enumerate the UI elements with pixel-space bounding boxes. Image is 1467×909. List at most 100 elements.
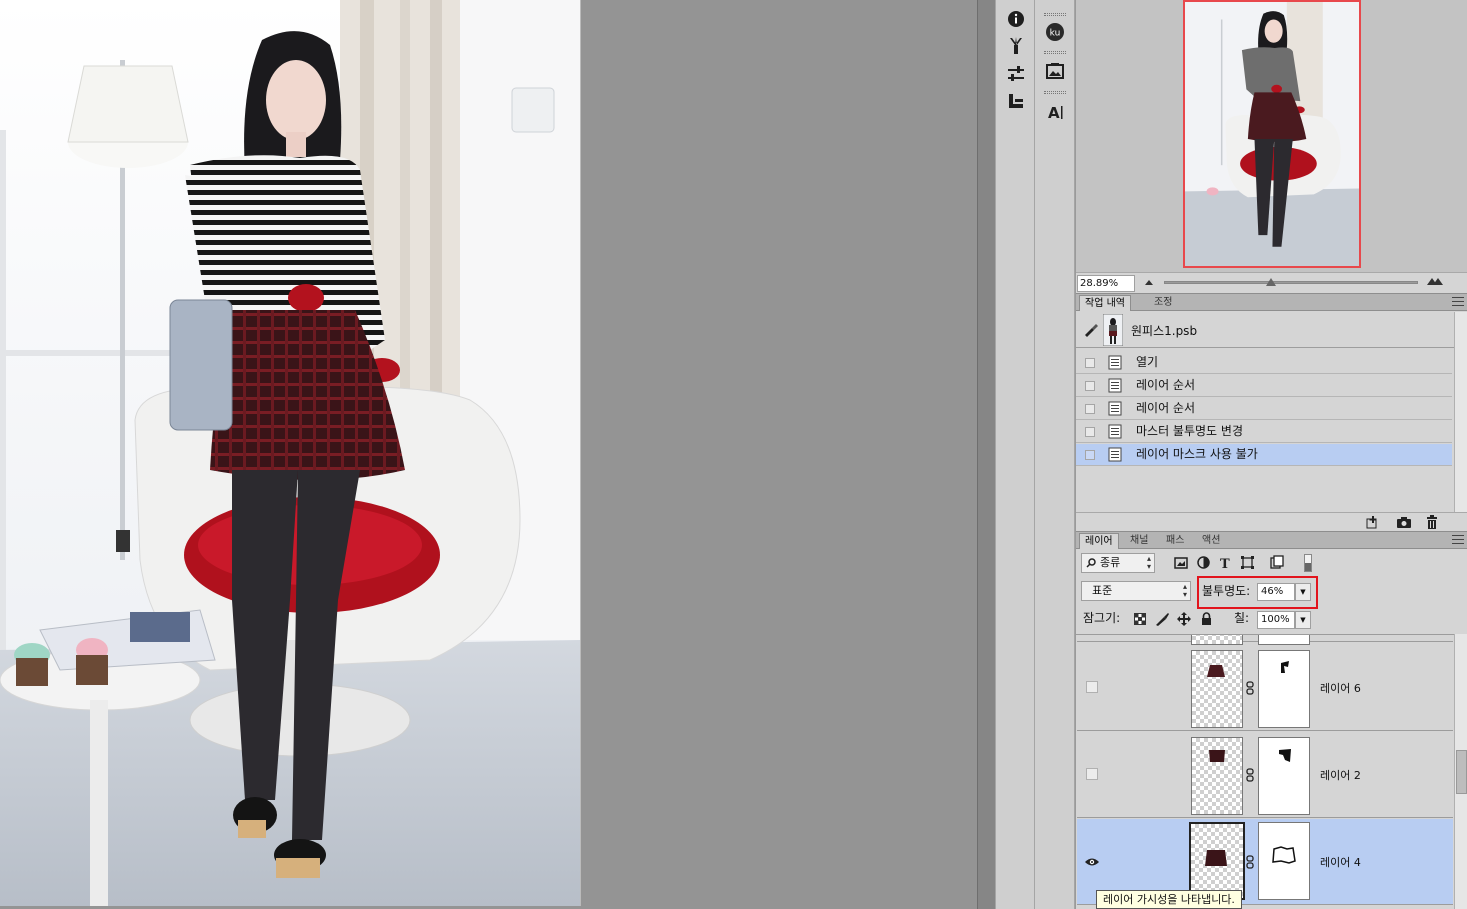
- layer-row[interactable]: 레이어 6: [1077, 645, 1453, 731]
- layer-mask-thumbnail: [1258, 822, 1310, 900]
- zoom-field[interactable]: 28.89%: [1077, 275, 1135, 292]
- navigator-thumbnail: [1185, 2, 1359, 266]
- clone-source-icon[interactable]: [1003, 88, 1029, 114]
- lock-transparent-pixels-icon[interactable]: [1134, 613, 1146, 625]
- history-item-label: 레이어 순서: [1136, 401, 1196, 415]
- filter-toggle-switch[interactable]: [1304, 554, 1312, 572]
- lock-image-pixels-icon[interactable]: [1155, 612, 1170, 626]
- layer-row-partial[interactable]: [1077, 635, 1453, 645]
- blend-mode-label: 표준: [1092, 584, 1113, 597]
- info-icon[interactable]: [1003, 6, 1029, 32]
- layers-tabbar: 레이어 채널 패스 액션: [1076, 531, 1467, 549]
- history-list: 열기 레이어 순서 레이어 순서 마스터 불투명도 변경 레이어 마스크 사용 …: [1076, 352, 1454, 512]
- tab-adjustments[interactable]: 조정: [1149, 295, 1177, 311]
- adjustments-icon[interactable]: [1003, 61, 1029, 87]
- history-checkbox[interactable]: [1085, 358, 1095, 368]
- history-snapshot[interactable]: 원피스1.psb: [1076, 312, 1454, 348]
- layer-content-preview: [1205, 850, 1227, 866]
- document-icon: [1108, 401, 1122, 416]
- dock-grip[interactable]: [1044, 51, 1066, 54]
- history-scrollbar[interactable]: [1454, 312, 1467, 512]
- character-icon[interactable]: A: [1042, 99, 1068, 125]
- filter-smart-object-icon[interactable]: [1270, 555, 1284, 569]
- zoom-out-icon[interactable]: [1144, 278, 1154, 286]
- link-icon[interactable]: [1246, 768, 1254, 782]
- snapshot-name: 원피스1.psb: [1131, 324, 1198, 338]
- history-item[interactable]: 열기: [1076, 352, 1452, 374]
- history-checkbox[interactable]: [1085, 427, 1095, 437]
- blend-mode-select[interactable]: 표준 ▴ ▾: [1081, 581, 1191, 601]
- link-icon[interactable]: [1246, 681, 1254, 695]
- history-brush-source-icon[interactable]: [1084, 323, 1098, 337]
- history-footer: [1076, 512, 1467, 531]
- trash-icon[interactable]: [1426, 515, 1438, 529]
- photo-image: [0, 0, 580, 906]
- tab-history[interactable]: 작업 내역: [1079, 295, 1131, 311]
- zoom-slider-track[interactable]: [1164, 281, 1418, 284]
- image-icon[interactable]: [1042, 58, 1068, 84]
- history-item[interactable]: 마스터 불투명도 변경: [1076, 421, 1452, 443]
- filter-type-icon[interactable]: T: [1219, 556, 1232, 569]
- tab-paths[interactable]: 패스: [1161, 533, 1189, 549]
- navigator-view-box[interactable]: [1183, 0, 1361, 268]
- lock-all-icon[interactable]: [1201, 612, 1212, 626]
- svg-text:ku: ku: [1050, 29, 1061, 39]
- eye-icon[interactable]: [1085, 857, 1099, 867]
- new-document-from-state-icon[interactable]: [1366, 516, 1380, 529]
- panels-area: 28.89% 작업 내역 조정 원피스1.psb 열기 레이어 순서 레이어 순…: [1075, 0, 1467, 909]
- panel-menu-icon[interactable]: [1452, 297, 1464, 306]
- history-item-label: 마스터 불투명도 변경: [1136, 424, 1243, 438]
- dock-gap: [977, 0, 995, 909]
- zoom-slider-thumb[interactable]: [1265, 278, 1276, 286]
- layer-name[interactable]: 레이어 4: [1320, 854, 1361, 870]
- fill-field[interactable]: 100%: [1257, 611, 1295, 629]
- layer-visibility-toggle[interactable]: [1086, 681, 1098, 693]
- document-canvas[interactable]: [0, 0, 581, 906]
- panel-menu-icon[interactable]: [1452, 535, 1464, 544]
- navigator-panel: [1076, 0, 1467, 272]
- layers-scrollbar[interactable]: [1454, 634, 1467, 909]
- fill-dropdown-button[interactable]: ▼: [1295, 611, 1311, 629]
- layer-mask-thumbnail: [1258, 650, 1310, 728]
- fill-label: 칠:: [1234, 611, 1250, 625]
- history-item-selected[interactable]: 레이어 마스크 사용 불가: [1076, 444, 1452, 466]
- panel-dock-column-2: ku A: [1035, 0, 1075, 909]
- layers-list: 레이어 6 레이어 2 레이어 4: [1076, 634, 1454, 909]
- history-checkbox[interactable]: [1085, 381, 1095, 391]
- tab-channels[interactable]: 채널: [1125, 533, 1153, 549]
- layers-scrollbar-thumb[interactable]: [1456, 750, 1467, 794]
- brush-presets-icon[interactable]: [1003, 33, 1029, 59]
- filter-shape-icon[interactable]: [1241, 556, 1254, 569]
- filter-pixel-icon[interactable]: [1174, 557, 1188, 569]
- camera-icon[interactable]: [1396, 516, 1412, 528]
- filter-adjustment-icon[interactable]: [1197, 556, 1210, 569]
- layer-content-preview: [1209, 750, 1225, 762]
- layer-name[interactable]: 레이어 2: [1320, 767, 1361, 783]
- layer-mask-thumbnail: [1258, 635, 1310, 645]
- filter-kind-select[interactable]: 종류 ▴ ▾: [1081, 553, 1155, 573]
- link-icon[interactable]: [1246, 855, 1254, 869]
- snapshot-thumbnail: [1103, 314, 1123, 346]
- svg-text:T: T: [1220, 557, 1230, 569]
- layer-visibility-toggle[interactable]: [1086, 768, 1098, 780]
- history-item[interactable]: 레이어 순서: [1076, 375, 1452, 397]
- layer-row[interactable]: 레이어 2: [1077, 732, 1453, 818]
- history-checkbox[interactable]: [1085, 450, 1095, 460]
- kuler-icon[interactable]: ku: [1042, 19, 1068, 45]
- tab-layers[interactable]: 레이어: [1079, 533, 1119, 549]
- lock-position-icon[interactable]: [1177, 612, 1191, 626]
- history-item-label: 레이어 마스크 사용 불가: [1136, 447, 1258, 461]
- spinner-arrows-icon: ▴ ▾: [1146, 554, 1151, 571]
- dock-grip[interactable]: [1044, 91, 1066, 94]
- history-item[interactable]: 레이어 순서: [1076, 398, 1452, 420]
- zoom-in-icon[interactable]: [1426, 276, 1444, 286]
- tab-actions[interactable]: 액션: [1197, 533, 1225, 549]
- dock-grip[interactable]: [1044, 13, 1066, 16]
- document-icon: [1108, 424, 1122, 439]
- history-checkbox[interactable]: [1085, 404, 1095, 414]
- layer-thumbnail: [1189, 822, 1245, 900]
- layer-thumbnail: [1191, 737, 1243, 815]
- mask-preview: [1272, 846, 1296, 864]
- mask-preview: [1279, 749, 1291, 762]
- layer-name[interactable]: 레이어 6: [1320, 680, 1361, 696]
